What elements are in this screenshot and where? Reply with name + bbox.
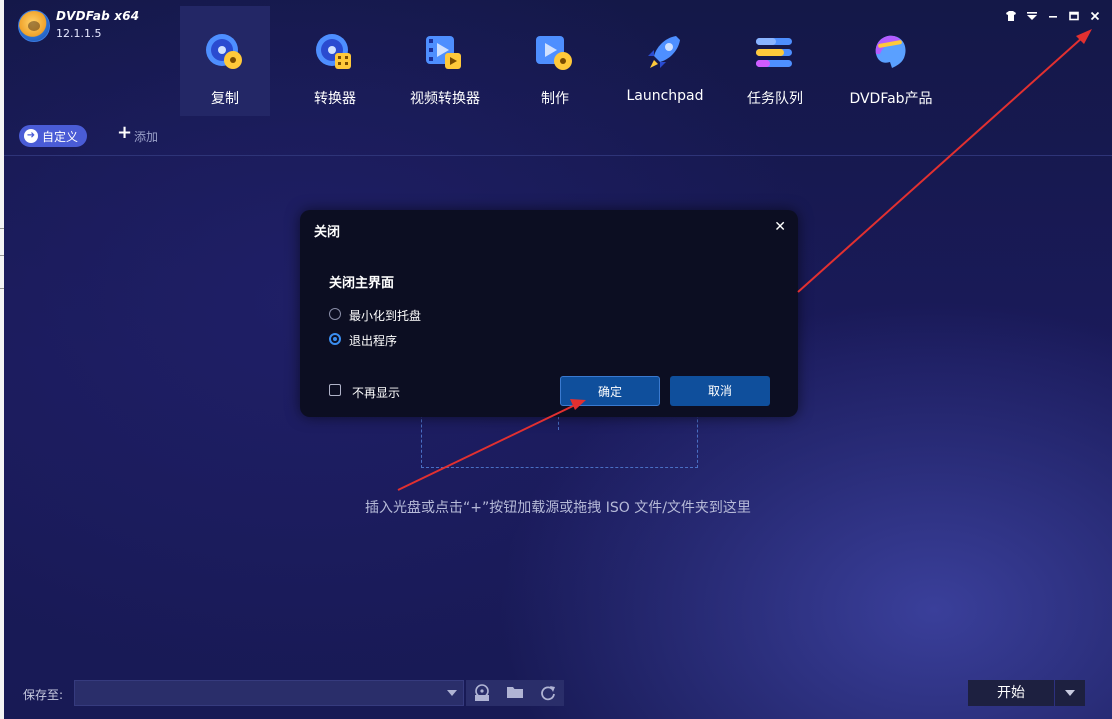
chevron-down-icon bbox=[1065, 690, 1075, 696]
radio-dot bbox=[329, 308, 341, 320]
nav-item-launchpad[interactable]: Launchpad bbox=[620, 6, 710, 116]
nav-item-products[interactable]: DVDFab产品 bbox=[846, 6, 936, 116]
save-to-select[interactable] bbox=[74, 680, 464, 706]
ok-button[interactable]: 确定 bbox=[560, 376, 660, 406]
close-dialog: 关闭 ✕ 关闭主界面 最小化到托盘 退出程序 不再显示 确定 取消 bbox=[300, 210, 798, 417]
skin-icon[interactable] bbox=[1003, 10, 1019, 26]
app-brand: DVDFab x64 bbox=[56, 9, 140, 23]
nav-label-products: DVDFab产品 bbox=[849, 91, 933, 107]
minimize-icon[interactable] bbox=[1045, 10, 1061, 26]
dvdfab-window: DVDFab x64 12.1.1.5 复制 转换器 视频转换器 制作 Laun… bbox=[4, 0, 1112, 719]
disc-ripper-icon bbox=[316, 34, 351, 69]
arrow-right-icon: ➜ bbox=[24, 129, 38, 143]
add-source-label: 添加 bbox=[134, 130, 159, 144]
nav-item-task-queue[interactable]: 任务队列 bbox=[730, 6, 820, 116]
disc-copy-icon bbox=[206, 34, 242, 69]
iso-icon[interactable] bbox=[472, 684, 492, 702]
radio-minimize-to-tray[interactable]: 最小化到托盘 bbox=[329, 306, 529, 324]
toolbar-divider bbox=[4, 155, 1112, 156]
dvdfab-logo-icon bbox=[18, 10, 50, 42]
rocket-icon bbox=[648, 36, 680, 68]
maximize-icon[interactable] bbox=[1066, 10, 1082, 26]
nav-item-creator[interactable]: 制作 bbox=[510, 6, 600, 116]
radio-label: 最小化到托盘 bbox=[349, 309, 422, 323]
custom-mode-label: 自定义 bbox=[42, 130, 79, 144]
folder-icon[interactable] bbox=[505, 684, 525, 702]
save-to-label: 保存至: bbox=[23, 688, 64, 702]
radio-label: 退出程序 bbox=[349, 334, 398, 348]
products-icon bbox=[875, 35, 906, 68]
start-button[interactable]: 开始 bbox=[968, 680, 1054, 706]
dont-show-again-checkbox[interactable]: 不再显示 bbox=[329, 383, 449, 401]
close-icon[interactable] bbox=[1087, 10, 1103, 26]
nav-label-task-queue: 任务队列 bbox=[747, 91, 803, 107]
app-version: 12.1.1.5 bbox=[56, 27, 102, 40]
refresh-icon[interactable] bbox=[538, 684, 558, 702]
video-converter-icon bbox=[426, 36, 461, 69]
dialog-close-icon[interactable]: ✕ bbox=[774, 219, 786, 235]
menu-icon[interactable] bbox=[1024, 10, 1040, 26]
custom-mode-button[interactable]: ➜ 自定义 bbox=[19, 125, 87, 147]
dialog-title: 关闭 bbox=[314, 225, 341, 240]
creator-icon bbox=[536, 36, 572, 70]
nav-item-copy[interactable]: 复制 bbox=[180, 6, 270, 116]
chevron-down-icon bbox=[447, 690, 457, 696]
save-tools bbox=[466, 680, 564, 706]
radio-exit-program[interactable]: 退出程序 bbox=[329, 331, 529, 349]
checkbox-label: 不再显示 bbox=[352, 386, 401, 400]
drop-zone-hint: 插入光盘或点击“+”按钮加载源或拖拽 ISO 文件/文件夹到这里 bbox=[365, 500, 751, 516]
nav-item-ripper[interactable]: 转换器 bbox=[290, 6, 380, 116]
task-queue-icon bbox=[756, 38, 792, 67]
checkbox-box bbox=[329, 384, 341, 396]
cancel-button[interactable]: 取消 bbox=[670, 376, 770, 406]
plus-icon: + bbox=[117, 122, 133, 143]
radio-dot bbox=[329, 333, 341, 345]
nav-item-video-converter[interactable]: 视频转换器 bbox=[400, 6, 490, 116]
start-options-button[interactable] bbox=[1055, 680, 1085, 706]
dialog-heading: 关闭主界面 bbox=[329, 276, 395, 291]
